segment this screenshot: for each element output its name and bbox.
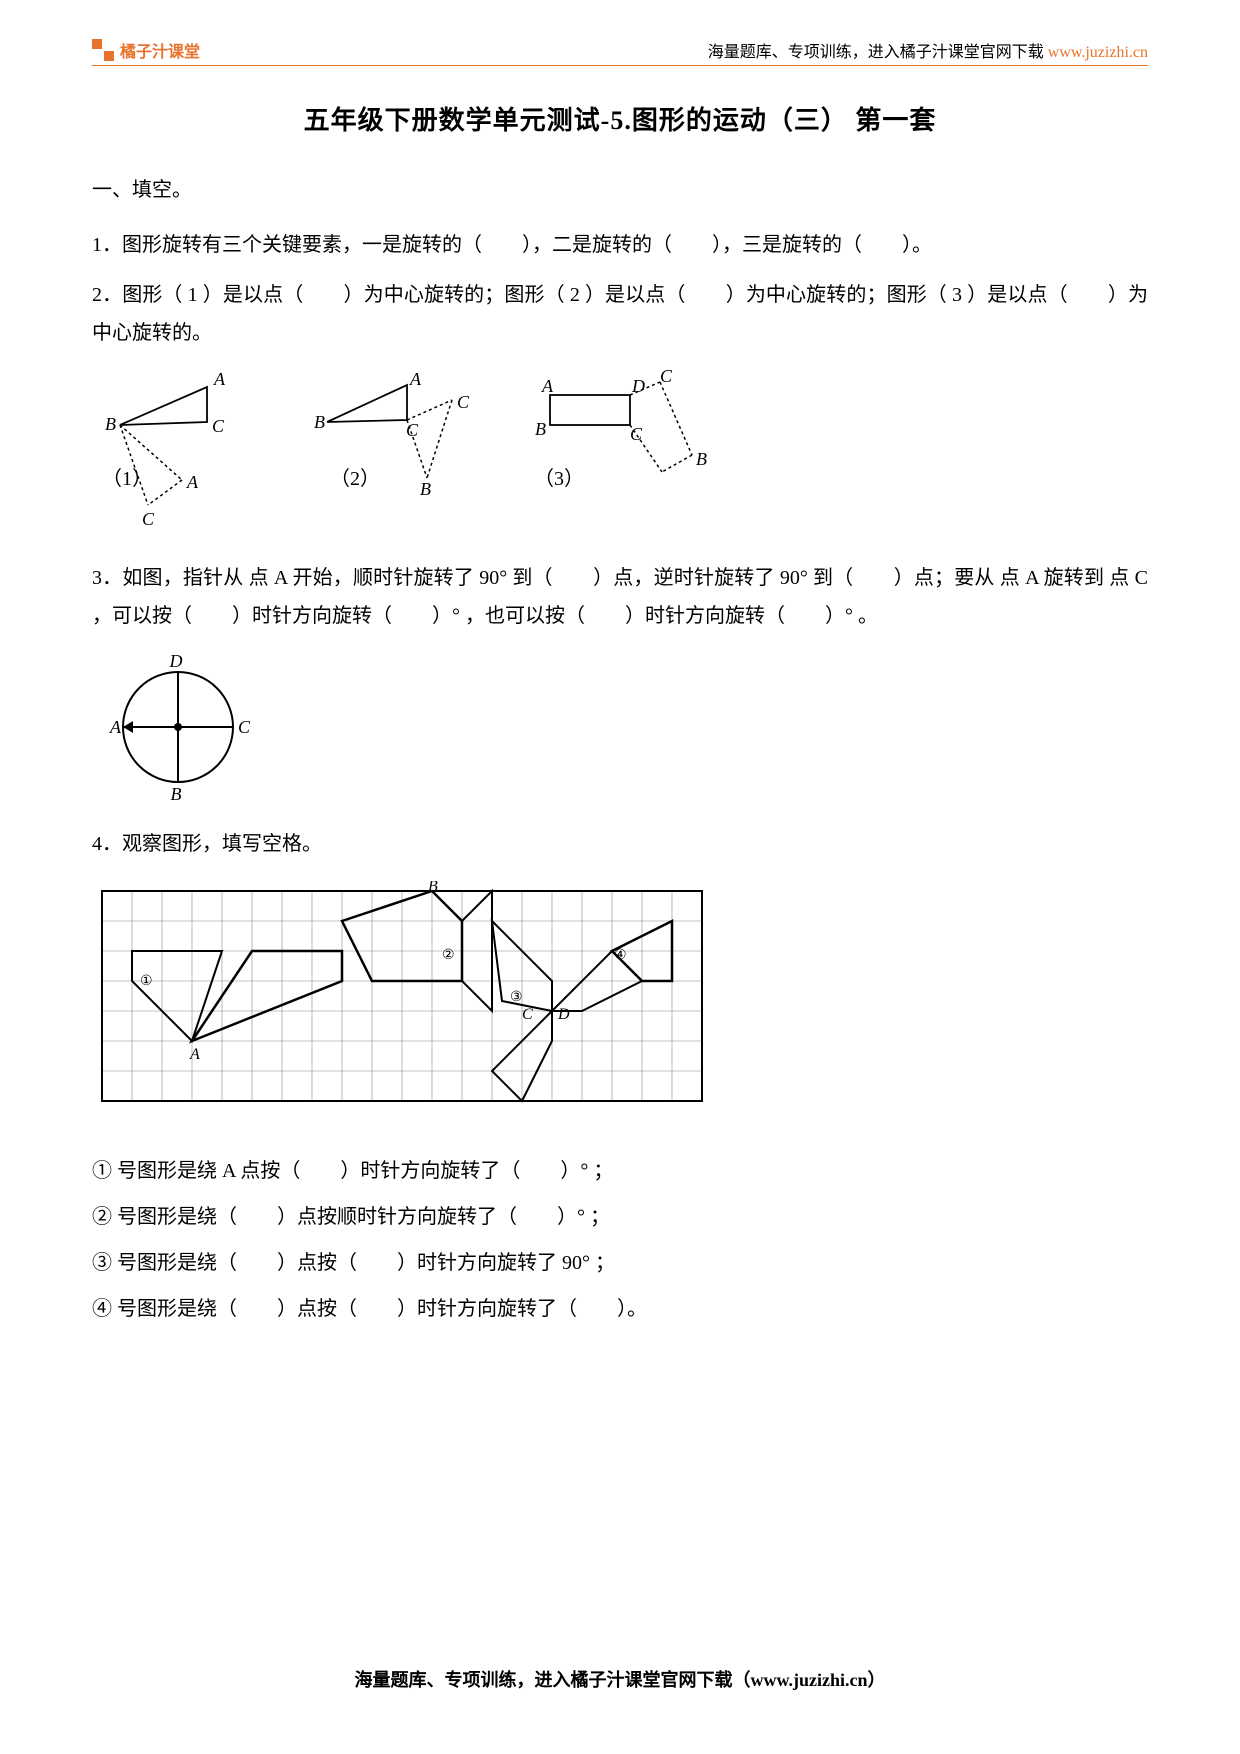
q4-item-1: ① 号图形是绕 A 点按（ ）时针方向旋转了（ ）° ； — [92, 1148, 1148, 1194]
label-c2: C — [142, 509, 155, 529]
figure-q3-circle: D B A C — [98, 647, 258, 807]
grid-c1: ① — [140, 974, 153, 989]
grid-D: D — [557, 1006, 570, 1023]
f2-c2: C — [457, 392, 470, 412]
fig2-num: （2） — [330, 467, 380, 490]
circ-d: D — [169, 651, 183, 671]
question-2: 2．图形（ 1 ）是以点（ ）为中心旋转的；图形（ 2 ）是以点（ ）为中心旋转… — [92, 276, 1148, 352]
logo-text: 橘子汁课堂 — [120, 38, 200, 62]
page-footer: 海量题库、专项训练，进入橘子汁课堂官网下载（www.juzizhi.cn） — [0, 1666, 1240, 1692]
grid-B: B — [428, 881, 438, 895]
main-content: 五年级下册数学单元测试-5.图形的运动（三） 第一套 一、填空。 1．图形旋转有… — [92, 100, 1148, 1340]
fig1-num: （1） — [102, 467, 152, 490]
q4-item-4: ④ 号图形是绕（ ）点按（ ）时针方向旋转了（ ）。 — [92, 1286, 1148, 1332]
q4-item-2: ② 号图形是绕（ ）点按顺时针方向旋转了（ ）° ； — [92, 1194, 1148, 1240]
question-3: 3．如图，指针从 点 A 开始，顺时针旋转了 90° 到（ ）点，逆时针旋转了 … — [92, 559, 1148, 635]
page-title: 五年级下册数学单元测试-5.图形的运动（三） 第一套 — [92, 100, 1148, 137]
figure-3: A D B C C B （3） — [532, 370, 732, 535]
f2-a: A — [409, 370, 422, 389]
grid-c2: ② — [442, 948, 455, 963]
fig3-num: （3） — [534, 467, 584, 490]
q4-item-3: ③ 号图形是绕（ ）点按（ ）时针方向旋转了 90° ； — [92, 1240, 1148, 1286]
label-a2: A — [186, 472, 199, 492]
header-divider — [92, 65, 1148, 66]
f3-d: D — [631, 376, 645, 396]
logo-icon — [92, 39, 114, 61]
figure-q4-grid: A ① B ② ③ C D ④ — [92, 881, 712, 1126]
f3-a: A — [541, 376, 554, 396]
f2-b: B — [314, 412, 325, 432]
header-tagline: 海量题库、专项训练，进入橘子汁课堂官网下载 www.juzizhi.cn — [708, 38, 1148, 62]
section-1-heading: 一、填空。 — [92, 173, 1148, 202]
question-4-heading: 4．观察图形，填写空格。 — [92, 825, 1148, 863]
header-text: 海量题库、专项训练，进入橘子汁课堂官网下载 — [708, 44, 1048, 61]
circ-b: B — [171, 784, 182, 804]
label-b: B — [105, 414, 116, 434]
page-header: 橘子汁课堂 海量题库、专项训练，进入橘子汁课堂官网下载 www.juzizhi.… — [0, 38, 1240, 62]
f2-b2: B — [420, 479, 431, 499]
grid-C: C — [522, 1006, 533, 1023]
figure-2: A B C C B （2） — [312, 370, 482, 535]
q2-figures: A B C A C （1） A B C C B — [102, 370, 1148, 535]
figure-1: A B C A C （1） — [102, 370, 262, 535]
logo: 橘子汁课堂 — [92, 38, 200, 62]
grid-A: A — [189, 1046, 200, 1063]
header-url: www.juzizhi.cn — [1048, 44, 1148, 61]
circ-c: C — [238, 717, 251, 737]
f3-b2: B — [696, 449, 707, 469]
grid-c3: ③ — [510, 990, 523, 1005]
circ-a: A — [109, 717, 122, 737]
label-c: C — [212, 416, 225, 436]
f3-b: B — [535, 419, 546, 439]
f3-c2: C — [660, 370, 673, 386]
grid-c4: ④ — [614, 948, 627, 963]
f2-c: C — [406, 420, 419, 440]
label-a: A — [213, 370, 226, 389]
question-1: 1．图形旋转有三个关键要素，一是旋转的（ ），二是旋转的（ ），三是旋转的（ ）… — [92, 226, 1148, 264]
